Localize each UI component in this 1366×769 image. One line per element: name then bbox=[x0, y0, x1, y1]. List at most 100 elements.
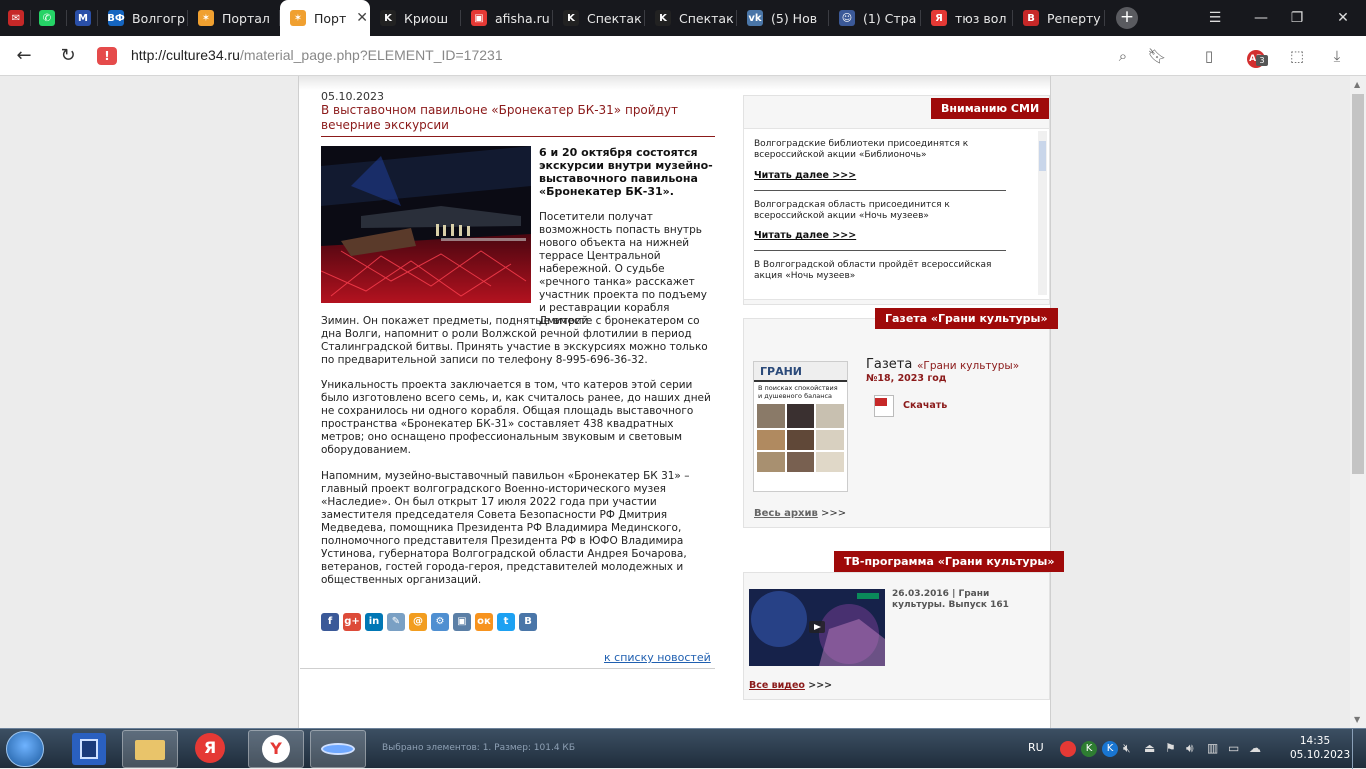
tab-label: Портал bbox=[222, 10, 270, 26]
restore-button[interactable]: ❐ bbox=[1274, 0, 1320, 36]
tab-label: Порт bbox=[314, 10, 347, 26]
archive-link[interactable]: Весь архив bbox=[754, 508, 818, 519]
newspaper-cover[interactable]: ГРАНИ В поисках спокойствия и душевного … bbox=[753, 361, 848, 492]
back-arrow-icon[interactable]: ← bbox=[12, 44, 36, 68]
browser-tab[interactable]: ☺ (1) Стра bbox=[829, 0, 921, 36]
archive-arrows: >>> bbox=[821, 508, 847, 519]
url-path: /material_page.php?ELEMENT_ID=17231 bbox=[239, 47, 503, 63]
browser-tab[interactable]: vk (5) Нов bbox=[737, 0, 829, 36]
browser-tab[interactable]: K Криош bbox=[370, 0, 461, 36]
tray-display-icon[interactable]: ▭ bbox=[1228, 741, 1244, 757]
pdf-icon[interactable] bbox=[874, 395, 894, 417]
k-icon: K bbox=[563, 10, 579, 26]
gmail-like-icon: ✉ bbox=[8, 10, 24, 26]
page-scroll-thumb[interactable] bbox=[1352, 94, 1364, 474]
google-plus-icon[interactable]: g+ bbox=[343, 613, 361, 631]
browser-tab[interactable]: ✶ Портал bbox=[188, 0, 280, 36]
taskbar-explorer-icon[interactable] bbox=[122, 730, 178, 768]
close-tab-icon[interactable]: ✕ bbox=[356, 10, 368, 26]
livejournal-icon[interactable]: ✎ bbox=[387, 613, 405, 631]
reload-icon[interactable]: ↻ bbox=[56, 44, 80, 68]
tv-video-thumbnail[interactable] bbox=[749, 589, 885, 666]
media-item-text: Волгоградские библиотеки присоединятся к… bbox=[754, 139, 969, 160]
taskbar-yandex-icon[interactable]: Я bbox=[190, 733, 230, 765]
new-tab-button[interactable]: + bbox=[1116, 7, 1138, 29]
myworld-icon[interactable]: ▣ bbox=[453, 613, 471, 631]
media-heading[interactable]: Вниманию СМИ bbox=[931, 98, 1050, 119]
tray-flag-icon[interactable]: ⚑ bbox=[1165, 741, 1181, 757]
tray-k2-icon[interactable]: K bbox=[1102, 741, 1118, 757]
tv-caption[interactable]: 26.03.2016 | Грани культуры. Выпуск 161 bbox=[892, 589, 1032, 611]
page-scrollbar[interactable]: ▲ ▼ bbox=[1350, 76, 1366, 728]
mailru-icon[interactable]: @ bbox=[409, 613, 427, 631]
media-item-text: В Волгоградской области пройдёт всеросси… bbox=[754, 260, 992, 281]
k-icon: K bbox=[655, 10, 671, 26]
yandex-icon: Я bbox=[931, 10, 947, 26]
browser-tab[interactable]: B Реперту bbox=[1013, 0, 1105, 36]
start-button[interactable] bbox=[6, 731, 44, 767]
portal-icon: ✶ bbox=[290, 10, 306, 26]
screenshot-icon[interactable]: ⬚ bbox=[1286, 45, 1308, 67]
tray-clock[interactable]: 14:35 05.10.2023 bbox=[1290, 734, 1350, 762]
browser-tab[interactable]: ВФ Волгогр bbox=[98, 0, 188, 36]
browser-tab[interactable]: K Спектак bbox=[645, 0, 737, 36]
tray-k-icon[interactable]: K bbox=[1081, 741, 1097, 757]
linkedin-icon[interactable]: in bbox=[365, 613, 383, 631]
facebook-icon[interactable]: f bbox=[321, 613, 339, 631]
tabs-menu-icon[interactable]: ☰ bbox=[1192, 0, 1238, 36]
cover-masthead: ГРАНИ bbox=[754, 362, 847, 382]
all-videos-link[interactable]: Все видео bbox=[749, 680, 805, 691]
media-list-scrollbar[interactable] bbox=[1038, 131, 1047, 295]
downloads-icon[interactable]: ⤓ bbox=[1326, 45, 1348, 67]
tab-label: тюз вол bbox=[955, 10, 1007, 26]
vk-icon[interactable]: B bbox=[519, 613, 537, 631]
share-buttons: f g+ in ✎ @ ⚙ ▣ ок t B bbox=[321, 613, 537, 631]
browser-tab[interactable]: Ятюз вол bbox=[921, 0, 1013, 36]
article-title: В выставочном павильоне «Бронекатер БК-3… bbox=[321, 103, 678, 132]
tab-label: (5) Нов bbox=[771, 10, 818, 26]
newspaper-heading[interactable]: Газета «Грани культуры» bbox=[875, 308, 1058, 329]
browser-tab[interactable]: M bbox=[67, 0, 98, 36]
tv-heading[interactable]: ТВ-программа «Грани культуры» bbox=[834, 551, 1065, 572]
browser-tab[interactable]: ▣ afisha.ru bbox=[461, 0, 553, 36]
tray-usb-icon[interactable]: ⏏ bbox=[1144, 741, 1160, 757]
back-to-news-link[interactable]: к списку новостей bbox=[604, 651, 711, 664]
browser-tab[interactable]: ✆ bbox=[31, 0, 67, 36]
title-divider bbox=[321, 136, 715, 137]
taskbar-save-icon[interactable] bbox=[72, 733, 106, 765]
afisha-icon: ▣ bbox=[471, 10, 487, 26]
media-divider bbox=[754, 190, 1006, 191]
url-field[interactable]: http://culture34.ru/material_page.php?EL… bbox=[131, 47, 503, 63]
bookmark-icon[interactable]: 🔖︎ bbox=[1146, 45, 1168, 67]
whatsapp-icon: ✆ bbox=[39, 10, 55, 26]
show-desktop-button[interactable] bbox=[1352, 729, 1366, 769]
browser-tab[interactable]: K Спектак bbox=[553, 0, 645, 36]
taskbar-app-icon[interactable] bbox=[310, 730, 366, 768]
cover-headline: В поисках спокойствия и душевного баланс… bbox=[758, 384, 838, 400]
search-icon[interactable]: ⌕ bbox=[1112, 45, 1134, 67]
download-link[interactable]: Скачать bbox=[903, 400, 947, 411]
close-window-button[interactable]: ✕ bbox=[1320, 0, 1366, 36]
tray-volume-icon[interactable]: 🔊︎ bbox=[1186, 741, 1202, 757]
browser-tab[interactable]: ✶ Порт ✕ bbox=[280, 0, 370, 36]
twitter-icon[interactable]: t bbox=[497, 613, 515, 631]
extension-icon[interactable]: ▯ bbox=[1198, 45, 1220, 67]
article-lead: 6 и 20 октября состоятся экскурсии внутр… bbox=[539, 146, 713, 198]
insecure-warning-icon[interactable]: ! bbox=[97, 47, 117, 65]
m-app-icon: M bbox=[75, 10, 91, 26]
newspaper-name[interactable]: «Грани культуры» bbox=[917, 360, 1019, 372]
read-more-link[interactable]: Читать далее >>> bbox=[754, 170, 856, 181]
language-indicator[interactable]: RU bbox=[1028, 741, 1044, 754]
settings-share-icon[interactable]: ⚙ bbox=[431, 613, 449, 631]
taskbar-yandex-browser-icon[interactable]: Y bbox=[248, 730, 304, 768]
article-photo[interactable] bbox=[321, 146, 531, 303]
adblock-icon[interactable]: AB3 bbox=[1242, 45, 1270, 68]
tray-mute-icon[interactable]: 🔇︎ bbox=[1123, 741, 1139, 757]
tray-cloud-icon[interactable]: ☁ bbox=[1249, 741, 1265, 757]
tray-network-icon[interactable]: ▥ bbox=[1207, 741, 1223, 757]
browser-tab[interactable]: ✉ bbox=[0, 0, 31, 36]
bottom-divider bbox=[300, 668, 715, 669]
read-more-link[interactable]: Читать далее >>> bbox=[754, 230, 856, 241]
tray-app-icon[interactable] bbox=[1060, 741, 1076, 757]
odnoklassniki-icon[interactable]: ок bbox=[475, 613, 493, 631]
